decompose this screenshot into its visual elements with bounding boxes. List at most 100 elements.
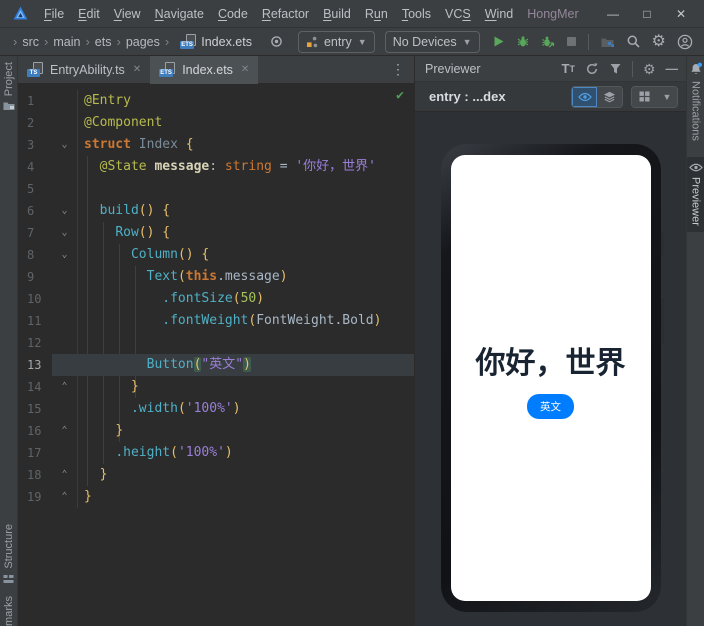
previewer-settings-icon[interactable]: ⚙ [643, 62, 656, 76]
fold-marker[interactable] [52, 442, 78, 464]
locate-icon[interactable] [266, 31, 288, 53]
minimize-button[interactable]: — [596, 3, 630, 25]
search-icon[interactable] [626, 34, 641, 49]
intention-bulb-icon[interactable] [81, 359, 92, 370]
code-line-7[interactable]: 7⌄ Row() { [18, 222, 414, 244]
code-text[interactable]: .fontWeight(FontWeight.Bold) [78, 310, 414, 332]
code-text[interactable] [78, 178, 414, 200]
fold-marker[interactable] [52, 354, 78, 376]
code-line-18[interactable]: 18⌃ } [18, 464, 414, 486]
profile-button[interactable] [541, 35, 555, 49]
sidebar-item-structure[interactable]: Structure [0, 518, 17, 590]
breadcrumb-file[interactable]: Index.ets [201, 35, 252, 49]
tab-options-icon[interactable]: ⋮ [383, 61, 414, 78]
fold-marker[interactable] [52, 156, 78, 178]
code-text[interactable]: @Component [78, 112, 414, 134]
code-text[interactable]: Column() { [78, 244, 414, 266]
close-button[interactable]: ✕ [664, 3, 698, 25]
code-text[interactable]: struct Index { [78, 134, 414, 156]
code-text[interactable] [78, 332, 414, 354]
settings-gear-icon[interactable]: ⚙ [652, 34, 666, 50]
filter-icon[interactable] [609, 62, 622, 75]
fold-marker[interactable] [52, 112, 78, 134]
menu-build[interactable]: Build [316, 4, 358, 24]
code-line-3[interactable]: 3⌄struct Index { [18, 134, 414, 156]
maximize-button[interactable]: □ [630, 3, 664, 25]
breadcrumb-item[interactable]: main [53, 35, 80, 49]
code-text[interactable]: } [78, 420, 414, 442]
code-line-5[interactable]: 5 [18, 178, 414, 200]
menu-wind[interactable]: Wind [478, 4, 521, 24]
code-text[interactable]: build() { [78, 200, 414, 222]
code-line-10[interactable]: 10 .fontSize(50) [18, 288, 414, 310]
fold-marker[interactable]: ⌃ [52, 420, 78, 442]
code-line-6[interactable]: 6⌄ build() { [18, 200, 414, 222]
sidebar-item-project[interactable]: Project [0, 56, 17, 117]
code-line-1[interactable]: 1@Entry [18, 90, 414, 112]
code-text[interactable]: .height('100%') [78, 442, 414, 464]
device-manager-icon[interactable] [600, 35, 615, 49]
fold-marker[interactable]: ⌄ [52, 200, 78, 222]
preview-button[interactable]: 英文 [527, 394, 574, 419]
close-tab-icon[interactable]: ✕ [241, 64, 249, 75]
menu-file[interactable]: File [37, 4, 71, 24]
fold-marker[interactable] [52, 398, 78, 420]
breadcrumb-item[interactable]: src [22, 35, 39, 49]
code-text[interactable]: Row() { [78, 222, 414, 244]
inspect-eye-button[interactable] [572, 87, 597, 107]
fold-marker[interactable] [52, 288, 78, 310]
menu-code[interactable]: Code [211, 4, 255, 24]
refresh-icon[interactable] [585, 62, 599, 76]
fold-marker[interactable]: ⌃ [52, 376, 78, 398]
sidebar-item-bookmarks[interactable]: marks [0, 590, 17, 626]
breadcrumb-item[interactable]: pages [126, 35, 160, 49]
fold-marker[interactable]: ⌄ [52, 222, 78, 244]
fold-marker[interactable]: ⌄ [52, 134, 78, 156]
code-line-9[interactable]: 9 Text(this.message) [18, 266, 414, 288]
fold-marker[interactable] [52, 178, 78, 200]
code-text[interactable]: } [78, 486, 414, 508]
fold-marker[interactable] [52, 332, 78, 354]
fold-marker[interactable]: ⌃ [52, 464, 78, 486]
code-line-14[interactable]: 14⌃ } [18, 376, 414, 398]
code-line-19[interactable]: 19⌃} [18, 486, 414, 508]
run-button[interactable] [492, 35, 505, 48]
menu-view[interactable]: View [107, 4, 148, 24]
code-text[interactable]: } [78, 376, 414, 398]
code-text[interactable]: .width('100%') [78, 398, 414, 420]
module-selector[interactable]: entry ▼ [298, 31, 375, 53]
text-size-icon[interactable]: TT [561, 61, 574, 76]
code-text[interactable]: } [78, 464, 414, 486]
menu-vcs[interactable]: VCS [438, 4, 478, 24]
code-line-12[interactable]: 12 [18, 332, 414, 354]
code-text[interactable]: Button("英文") [78, 354, 414, 376]
code-line-4[interactable]: 4 @State message: string = '你好，世界' [18, 156, 414, 178]
code-line-17[interactable]: 17 .height('100%') [18, 442, 414, 464]
editor-tab-entryability.ts[interactable]: TSEntryAbility.ts✕ [18, 56, 150, 84]
code-line-13[interactable]: 13 Button("英文") [18, 354, 414, 376]
fold-marker[interactable] [52, 90, 78, 112]
close-tab-icon[interactable]: ✕ [133, 64, 141, 75]
menu-edit[interactable]: Edit [71, 4, 107, 24]
sidebar-item-notifications[interactable]: Notifications [687, 56, 704, 147]
menu-refactor[interactable]: Refactor [255, 4, 316, 24]
menu-hongmer[interactable]: HongMer [520, 4, 585, 24]
code-editor[interactable]: 1@Entry2@Component3⌄struct Index {4 @Sta… [18, 84, 414, 626]
inspection-ok-icon[interactable]: ✔ [396, 88, 404, 103]
hide-panel-icon[interactable]: — [666, 62, 679, 76]
code-line-15[interactable]: 15 .width('100%') [18, 398, 414, 420]
code-text[interactable]: .fontSize(50) [78, 288, 414, 310]
device-selector[interactable]: No Devices ▼ [385, 31, 480, 53]
code-line-11[interactable]: 11 .fontWeight(FontWeight.Bold) [18, 310, 414, 332]
layers-button[interactable] [597, 87, 622, 107]
sidebar-item-previewer[interactable]: Previewer [687, 157, 704, 232]
code-line-8[interactable]: 8⌄ Column() { [18, 244, 414, 266]
stop-button[interactable] [566, 36, 577, 47]
debug-button[interactable] [516, 35, 530, 49]
fold-marker[interactable] [52, 310, 78, 332]
fold-marker[interactable] [52, 266, 78, 288]
menu-navigate[interactable]: Navigate [148, 4, 211, 24]
editor-tab-index.ets[interactable]: ETSIndex.ets✕ [150, 56, 258, 84]
code-line-16[interactable]: 16⌃ } [18, 420, 414, 442]
fold-marker[interactable]: ⌄ [52, 244, 78, 266]
